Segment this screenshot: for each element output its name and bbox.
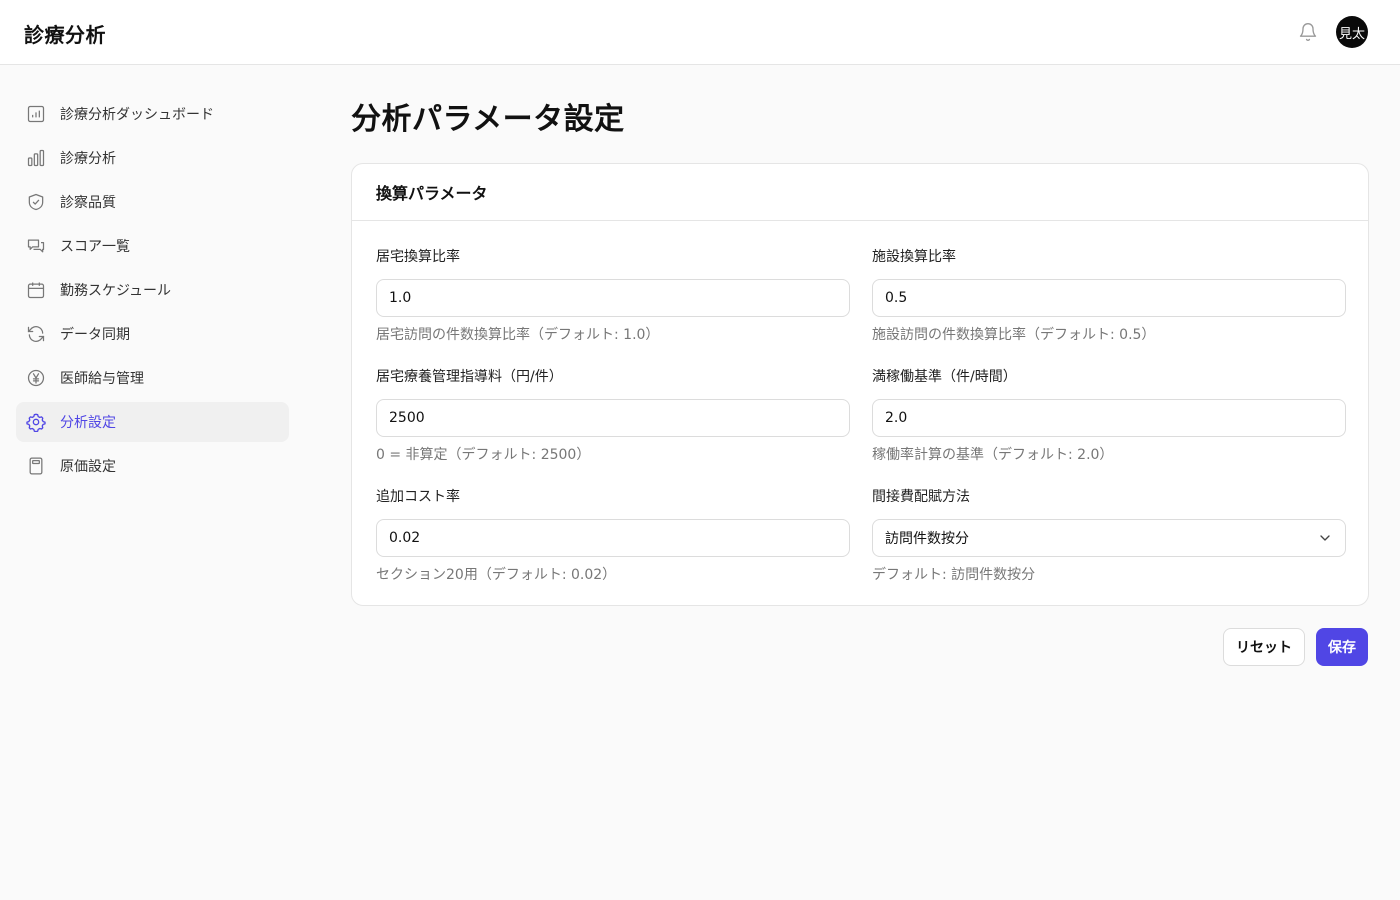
indirect-method-field: 間接費配賦方法 訪問件数按分 デフォルト: 訪問件数按分 — [872, 487, 1346, 585]
page-title: 分析パラメータ設定 — [351, 102, 625, 137]
calendar-icon — [24, 278, 48, 302]
facility-ratio-field: 施設換算比率 0.5 施設訪問の件数換算比率（デフォルト: 0.5） — [872, 247, 1346, 345]
dashboard-chart-icon — [24, 102, 48, 126]
parameters-card: 換算パラメータ 居宅換算比率 1.0 居宅訪問の件数換算比率（デフォルト: 1.… — [351, 163, 1369, 606]
sidebar-item-dashboard[interactable]: 診療分析ダッシュボード — [16, 94, 289, 134]
sidebar: 診療分析ダッシュボード 診療分析 診察品質 スコア一覧 勤務スケジュール データ… — [16, 94, 289, 490]
chat-bubbles-icon — [24, 234, 48, 258]
extra-cost-field: 追加コスト率 0.02 セクション20用（デフォルト: 0.02） — [376, 487, 850, 585]
bar-chart-icon — [24, 146, 48, 170]
card-title: 換算パラメータ — [352, 164, 1368, 221]
avatar[interactable]: 見太 — [1336, 16, 1368, 48]
calculator-icon — [24, 454, 48, 478]
sidebar-item-analytics[interactable]: 診療分析 — [16, 138, 289, 178]
field-label: 居宅療養管理指導料（円/件） — [376, 369, 563, 385]
shield-check-icon — [24, 190, 48, 214]
full-utilization-input[interactable]: 2.0 — [872, 399, 1346, 437]
extra-cost-input[interactable]: 0.02 — [376, 519, 850, 557]
indirect-method-select[interactable]: 訪問件数按分 — [872, 519, 1346, 557]
field-label: 施設換算比率 — [872, 249, 956, 265]
yen-circle-icon — [24, 366, 48, 390]
sidebar-item-quality[interactable]: 診察品質 — [16, 182, 289, 222]
field-label: 満稼働基準（件/時間） — [872, 369, 1017, 385]
chevron-down-icon — [1317, 530, 1333, 546]
sidebar-item-scores[interactable]: スコア一覧 — [16, 226, 289, 266]
sidebar-item-analysis-settings[interactable]: 分析設定 — [16, 402, 289, 442]
bell-icon[interactable] — [1296, 20, 1320, 44]
field-label: 居宅換算比率 — [376, 249, 460, 265]
top-bar: 診療分析 見太 — [0, 0, 1400, 65]
refresh-icon — [24, 322, 48, 346]
sidebar-item-label: 医師給与管理 — [60, 371, 144, 387]
save-button[interactable]: 保存 — [1316, 628, 1368, 666]
sidebar-item-label: 勤務スケジュール — [60, 283, 172, 299]
gear-icon — [24, 410, 48, 434]
sidebar-item-sync[interactable]: データ同期 — [16, 314, 289, 354]
sidebar-item-label: スコア一覧 — [60, 239, 130, 255]
home-fee-field: 居宅療養管理指導料（円/件） 2500 0 = 非算定（デフォルト: 2500） — [376, 367, 850, 465]
sidebar-item-schedule[interactable]: 勤務スケジュール — [16, 270, 289, 310]
home-ratio-input[interactable]: 1.0 — [376, 279, 850, 317]
sidebar-item-cost-settings[interactable]: 原価設定 — [16, 446, 289, 486]
sidebar-item-label: 原価設定 — [60, 459, 116, 475]
full-utilization-field: 満稼働基準（件/時間） 2.0 稼働率計算の基準（デフォルト: 2.0） — [872, 367, 1346, 465]
field-help: 0 = 非算定（デフォルト: 2500） — [376, 447, 591, 463]
field-label: 追加コスト率 — [376, 489, 460, 505]
sidebar-item-label: 分析設定 — [60, 415, 116, 431]
home-fee-input[interactable]: 2500 — [376, 399, 850, 437]
field-help: 居宅訪問の件数換算比率（デフォルト: 1.0） — [376, 327, 660, 343]
field-help: デフォルト: 訪問件数按分 — [872, 567, 1036, 583]
sidebar-item-label: データ同期 — [60, 327, 130, 343]
field-help: セクション20用（デフォルト: 0.02） — [376, 567, 617, 583]
sidebar-item-salary[interactable]: 医師給与管理 — [16, 358, 289, 398]
field-label: 間接費配賦方法 — [872, 489, 970, 505]
field-help: 施設訪問の件数換算比率（デフォルト: 0.5） — [872, 327, 1156, 343]
facility-ratio-input[interactable]: 0.5 — [872, 279, 1346, 317]
app-title: 診療分析 — [24, 23, 106, 47]
reset-button[interactable]: リセット — [1223, 628, 1305, 666]
select-value: 訪問件数按分 — [885, 531, 969, 547]
field-help: 稼働率計算の基準（デフォルト: 2.0） — [872, 447, 1114, 463]
sidebar-item-label: 診察品質 — [60, 195, 116, 211]
sidebar-item-label: 診療分析ダッシュボード — [60, 107, 214, 123]
sidebar-item-label: 診療分析 — [60, 151, 116, 167]
home-ratio-field: 居宅換算比率 1.0 居宅訪問の件数換算比率（デフォルト: 1.0） — [376, 247, 850, 345]
